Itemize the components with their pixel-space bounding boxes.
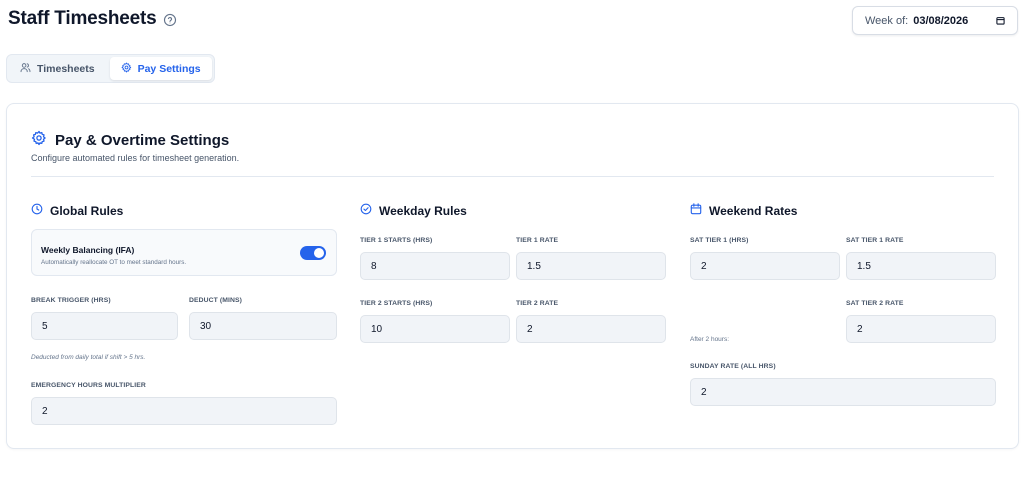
tier2-start-input[interactable]: 10 [360,315,510,343]
card-subtitle: Configure automated rules for timesheet … [31,153,240,163]
calendar-icon [690,203,702,218]
sat-tier2-note: After 2 hours: [690,336,730,343]
weekend-rates-heading: Weekend Rates [690,203,797,218]
gear-icon [31,130,47,151]
sat-tier1-rate-label: Sat Tier 1 Rate [846,237,904,244]
help-circle-icon[interactable] [163,13,177,27]
sunday-rate-input[interactable]: 2 [690,378,996,406]
week-date-picker[interactable]: Week of: 03/08/2026 [852,6,1018,35]
weekly-balancing-description: Automatically reallocate OT to meet stan… [41,259,187,266]
week-label: Week of: [865,14,909,27]
emergency-multiplier-input[interactable]: 2 [31,397,337,425]
tier2-rate-label: Tier 2 Rate [516,300,559,307]
page-header: Staff Timesheets [8,8,177,30]
sat-tier1-rate-input[interactable]: 1.5 [846,252,996,280]
sat-tier2-rate-input[interactable]: 2 [846,315,996,343]
sat-tier1-label: Sat Tier 1 (Hrs) [690,237,749,244]
tab-timesheets-label: Timesheets [37,62,95,75]
tier1-rate-input[interactable]: 1.5 [516,252,666,280]
gear-icon [121,62,132,76]
tier1-rate-label: Tier 1 Rate [516,237,559,244]
break-trigger-label: Break Trigger (Hrs) [31,297,111,304]
divider [31,176,994,177]
sunday-rate-label: Sunday Rate (All Hrs) [690,363,776,370]
break-note: Deducted from daily total if shift > 5 h… [31,354,146,361]
weekly-balancing-toggle[interactable] [300,246,326,260]
users-icon [20,62,31,76]
tier2-rate-input[interactable]: 2 [516,315,666,343]
emergency-multiplier-label: Emergency Hours Multiplier [31,382,146,389]
calendar-icon[interactable] [996,16,1005,25]
page-title: Staff Timesheets [8,8,157,29]
pay-settings-card: Pay & Overtime Settings Configure automa… [6,103,1019,449]
global-rules-title: Global Rules [50,203,124,218]
clock-icon [31,203,43,218]
check-circle-icon [360,203,372,218]
toggle-knob [314,248,324,258]
tab-timesheets[interactable]: Timesheets [9,57,106,80]
tab-bar: Timesheets Pay Settings [6,54,215,83]
week-value[interactable]: 03/08/2026 [913,15,968,27]
global-rules-heading: Global Rules [31,203,123,218]
weekly-balancing-title: Weekly Balancing (IFA) [41,245,135,255]
tier1-start-input[interactable]: 8 [360,252,510,280]
sat-tier1-input[interactable]: 2 [690,252,840,280]
break-trigger-input[interactable]: 5 [31,312,178,340]
sat-tier2-rate-label: Sat Tier 2 Rate [846,300,904,307]
card-header: Pay & Overtime Settings [31,130,229,151]
deduct-input[interactable]: 30 [189,312,337,340]
weekday-rules-title: Weekday Rules [379,203,467,218]
tab-pay-settings-label: Pay Settings [137,62,201,75]
tier2-start-label: Tier 2 Starts (Hrs) [360,300,433,307]
weekday-rules-heading: Weekday Rules [360,203,467,218]
tier1-start-label: Tier 1 Starts (Hrs) [360,237,433,244]
card-title: Pay & Overtime Settings [55,132,230,149]
tab-pay-settings[interactable]: Pay Settings [109,57,212,80]
weekend-rates-title: Weekend Rates [709,203,798,218]
deduct-label: Deduct (Mins) [189,297,243,304]
weekly-balancing-row: Weekly Balancing (IFA) Automatically rea… [31,229,337,276]
